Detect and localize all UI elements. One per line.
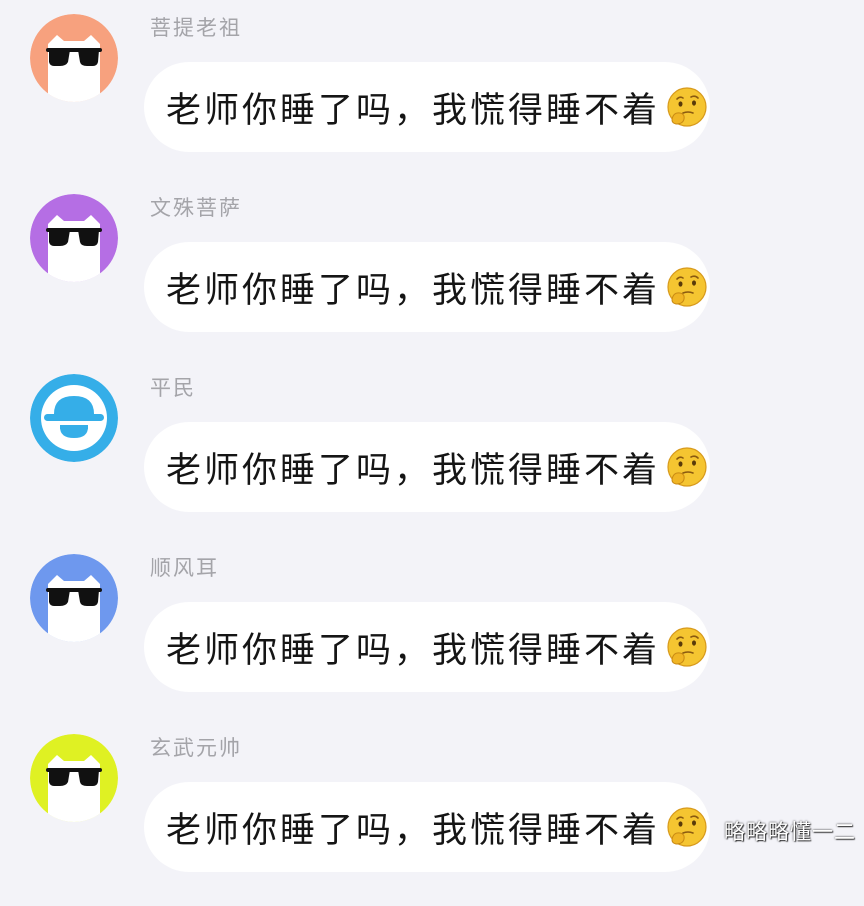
thinking-face-icon — [666, 626, 708, 668]
thinking-face-icon — [666, 266, 708, 308]
sender-name: 文殊菩萨 — [150, 196, 242, 220]
watermark: 略略略懂一二 — [724, 820, 856, 844]
thinking-face-icon — [666, 86, 708, 128]
avatar[interactable] — [30, 734, 118, 822]
chat-message-list: 菩提老祖 老师你睡了吗，我慌得睡不着 文殊菩萨 老师你睡了吗，我慌得睡不着 平民… — [0, 0, 864, 872]
message-bubble[interactable]: 老师你睡了吗，我慌得睡不着 — [144, 782, 710, 872]
cat-sunglasses-icon — [30, 554, 118, 642]
cat-sunglasses-icon — [30, 14, 118, 102]
thinking-face-icon — [666, 806, 708, 848]
avatar[interactable] — [30, 14, 118, 102]
cat-sunglasses-icon — [30, 194, 118, 282]
message-text: 老师你睡了吗，我慌得睡不着 — [166, 810, 661, 851]
message-bubble[interactable]: 老师你睡了吗，我慌得睡不着 — [144, 422, 710, 512]
message-text: 老师你睡了吗，我慌得睡不着 — [166, 90, 661, 131]
thinking-face-icon — [666, 446, 708, 488]
hat-face-icon — [30, 374, 118, 462]
message-row: 平民 老师你睡了吗，我慌得睡不着 — [0, 366, 864, 546]
sender-name: 玄武元帅 — [150, 736, 242, 760]
message-text: 老师你睡了吗，我慌得睡不着 — [166, 270, 661, 311]
message-bubble[interactable]: 老师你睡了吗，我慌得睡不着 — [144, 242, 710, 332]
message-row: 菩提老祖 老师你睡了吗，我慌得睡不着 — [0, 6, 864, 186]
avatar[interactable] — [30, 374, 118, 462]
avatar[interactable] — [30, 194, 118, 282]
message-text: 老师你睡了吗，我慌得睡不着 — [166, 450, 661, 491]
sender-name: 菩提老祖 — [150, 16, 242, 40]
avatar[interactable] — [30, 554, 118, 642]
sender-name: 平民 — [150, 376, 196, 400]
message-bubble[interactable]: 老师你睡了吗，我慌得睡不着 — [144, 62, 710, 152]
message-text: 老师你睡了吗，我慌得睡不着 — [166, 630, 661, 671]
message-row: 文殊菩萨 老师你睡了吗，我慌得睡不着 — [0, 186, 864, 366]
sender-name: 顺风耳 — [150, 556, 219, 580]
message-row: 顺风耳 老师你睡了吗，我慌得睡不着 — [0, 546, 864, 726]
cat-sunglasses-icon — [30, 734, 118, 822]
message-bubble[interactable]: 老师你睡了吗，我慌得睡不着 — [144, 602, 710, 692]
